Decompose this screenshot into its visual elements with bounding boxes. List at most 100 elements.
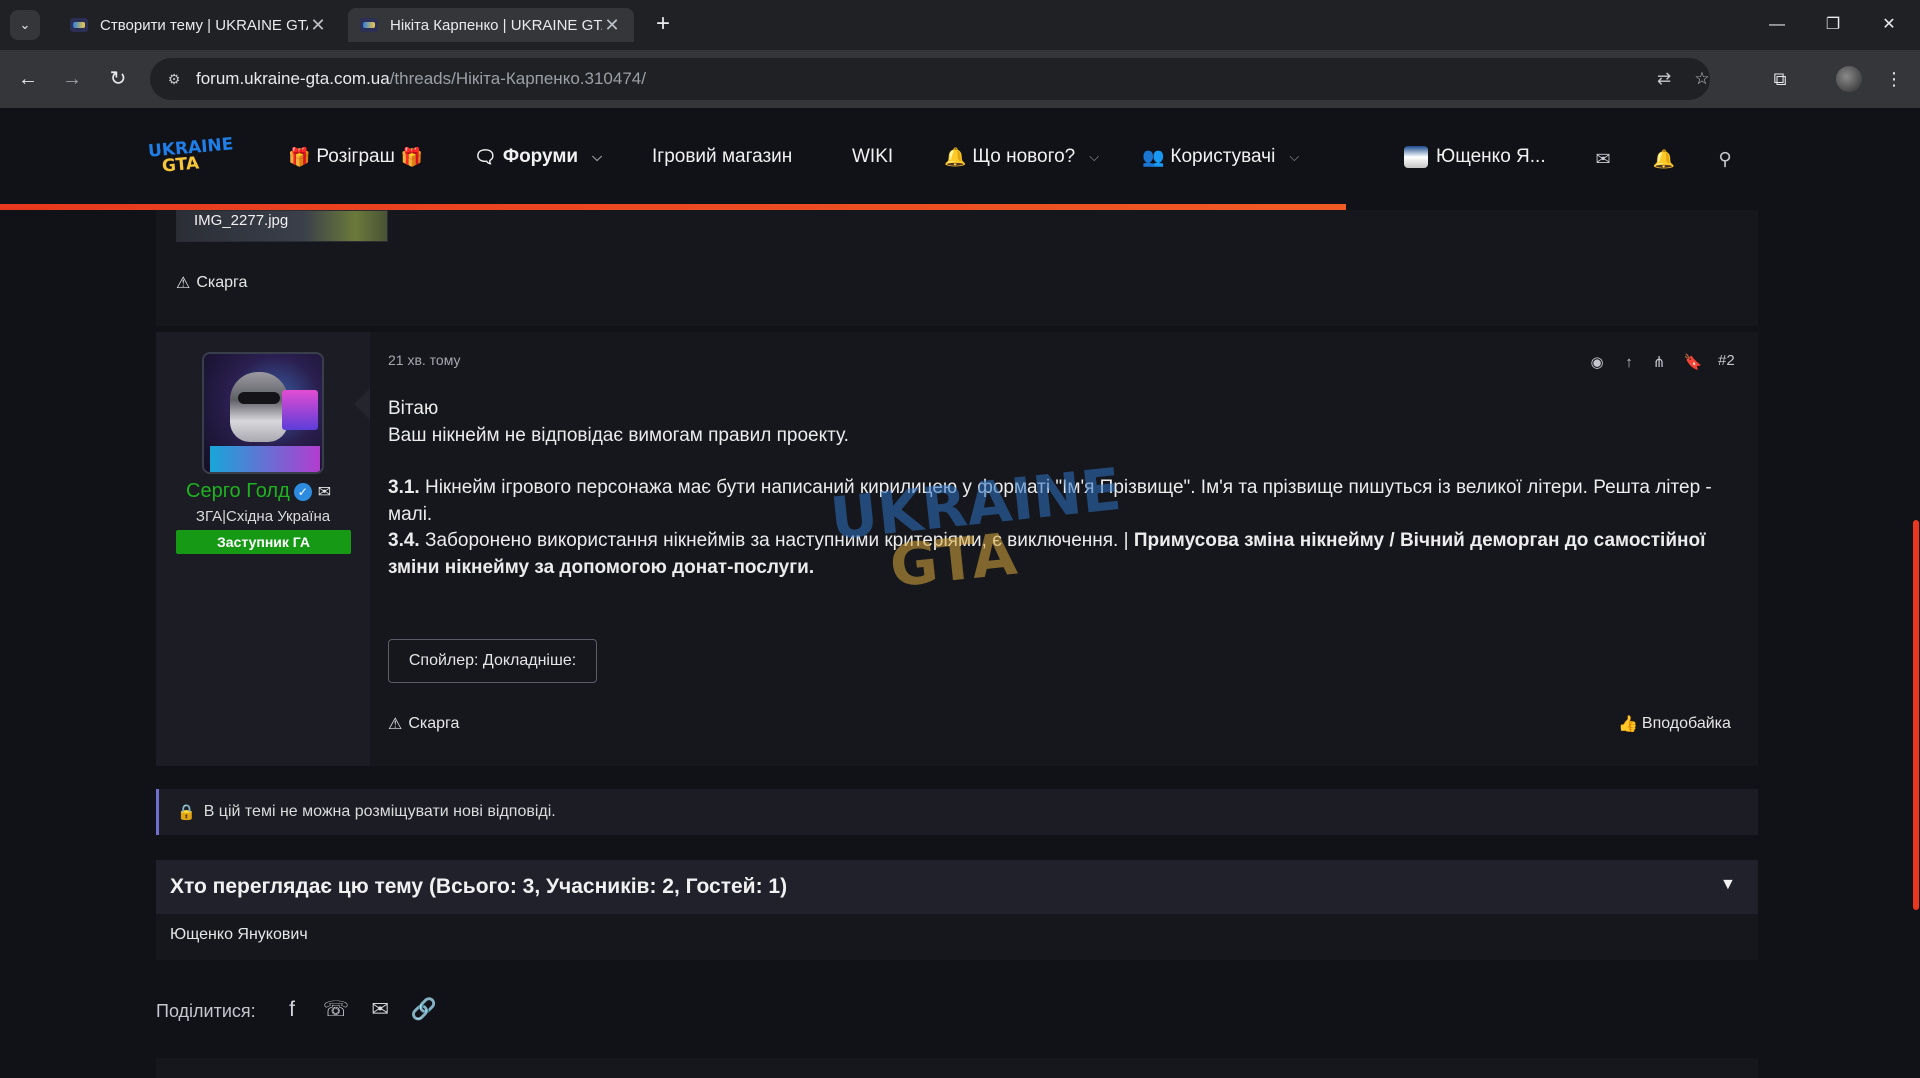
thread-locked-notice: 🔒 В цій темі не можна розміщувати нові ві… — [156, 789, 1758, 835]
attachment-filename[interactable]: IMG_2277.jpg — [194, 212, 288, 229]
inbox-icon[interactable]: ✉ — [1590, 146, 1616, 172]
previous-post-card — [156, 210, 1758, 326]
bookmark-icon[interactable]: 🔖 — [1682, 352, 1704, 374]
nav-label: Ігровий магазин — [652, 146, 793, 167]
link-icon[interactable]: 🔗 — [410, 996, 438, 1024]
chevron-down-icon[interactable]: ⌵ — [1289, 149, 1299, 165]
reload-icon[interactable]: ↻ — [104, 65, 132, 93]
viewers-list: Ющенко Янукович — [156, 914, 1758, 960]
report-label: Скарга — [196, 274, 248, 291]
author-name[interactable]: Серго Голд ✓ ✉ — [186, 480, 331, 503]
nav-label: Що нового? — [972, 146, 1076, 167]
site-logo[interactable]: UKRAINE GTA — [147, 134, 234, 178]
url-input[interactable]: ⚙ forum.ukraine-gta.com.ua/threads/Нікіт… — [150, 58, 1710, 100]
url-host: forum.ukraine-gta.com.ua — [196, 69, 390, 88]
nav-giveaway[interactable]: 🎁 Розіграш 🎁 — [282, 146, 429, 168]
extensions-icon[interactable]: ⧉ — [1766, 65, 1794, 93]
chevron-down-icon[interactable]: ⌵ — [1089, 149, 1099, 165]
spoiler-button[interactable]: Спойлер: Докладніше: — [388, 639, 597, 683]
account-name: Ющенко Я... — [1436, 146, 1546, 167]
post-arrow-decoration — [354, 388, 370, 420]
nav-label: Розіграш — [316, 146, 395, 167]
post-timestamp[interactable]: 21 хв. тому — [388, 352, 461, 368]
url-path: /threads/Нікіта-Карпенко.310474/ — [389, 69, 646, 88]
avatar-screen — [282, 390, 318, 430]
post-greeting: Вітаю — [388, 398, 439, 419]
author-banner: Заступник ГА — [176, 530, 351, 554]
avatar-figure-mask — [238, 392, 280, 404]
site-favicon-icon — [70, 18, 88, 32]
message-icon[interactable]: ✉ — [318, 482, 331, 502]
report-label: Скарга — [408, 715, 460, 732]
translate-icon[interactable]: ⇄ — [1652, 67, 1676, 91]
like-label: Вподобайка — [1641, 715, 1731, 732]
tab-search-dropdown[interactable]: ⌄ — [10, 10, 40, 40]
avatar — [1404, 146, 1428, 168]
facebook-icon[interactable]: f — [278, 996, 306, 1024]
gift-icon: 🎁 — [400, 146, 424, 167]
logo-text-bottom: GTA — [161, 153, 200, 177]
rule-number: 3.1. — [388, 477, 420, 498]
post-number-link[interactable]: #2 — [1718, 352, 1735, 369]
rule-text: Заборонено використання нікнеймів за нас… — [419, 530, 1134, 551]
nav-users[interactable]: 👥 Користувачі ⌵ — [1142, 146, 1299, 168]
avatar[interactable] — [202, 352, 324, 474]
avatar-desk — [210, 446, 320, 472]
profile-avatar[interactable] — [1836, 66, 1862, 92]
post-text-line: Ваш нікнейм не відповідає вимогам правил… — [388, 424, 849, 446]
collapse-caret-icon[interactable]: ▼ — [1720, 876, 1736, 894]
nav-whats-new[interactable]: 🔔 Що нового? ⌵ — [944, 146, 1099, 168]
warning-icon: ⚠ — [176, 275, 191, 292]
reaction-icon[interactable]: ◉ — [1586, 352, 1608, 374]
viewer-name-link[interactable]: Ющенко Янукович — [170, 926, 308, 943]
viewers-title: Хто переглядає цю тему (Всього: 3, Учасн… — [170, 875, 788, 898]
rule-number: 3.4. — [388, 530, 420, 551]
tab-close-icon[interactable]: ✕ — [602, 15, 622, 36]
restore-icon[interactable]: ❐ — [1818, 12, 1848, 38]
back-arrow-icon[interactable]: ← — [14, 65, 42, 93]
chat-icon: 🗨 — [474, 146, 497, 167]
tab-current-thread[interactable]: Нікіта Карпенко | UKRAINE GTA ✕ — [348, 8, 634, 42]
post-body: Вітаю Ваш нікнейм не відповідає вимогам … — [388, 396, 1728, 581]
tab-close-icon[interactable]: ✕ — [308, 15, 328, 36]
forward-arrow-icon[interactable]: → — [58, 65, 86, 93]
new-tab-button[interactable]: + — [650, 12, 676, 38]
close-window-icon[interactable]: ✕ — [1874, 12, 1904, 38]
tab-title: Створити тему | UKRAINE GTA — [100, 16, 308, 34]
avatar-figure — [230, 372, 288, 442]
nav-forums[interactable]: 🗨 Форуми ⌵ — [474, 146, 602, 168]
email-share-icon[interactable]: ✉ — [366, 996, 394, 1024]
warning-icon: ⚠ — [388, 716, 403, 733]
nav-wiki[interactable]: WIKI — [852, 146, 893, 168]
rule-text: Нікнейм ігрового персонажа має бути напи… — [388, 477, 1712, 525]
locked-notice-text: В цій темі не можна розміщувати нові від… — [203, 803, 556, 820]
thumbs-up-icon: 👍 — [1618, 716, 1638, 733]
account-menu[interactable]: Ющенко Я... — [1404, 146, 1546, 168]
nav-label: Користувачі — [1170, 146, 1276, 167]
report-link[interactable]: ⚠ Скарга — [388, 714, 459, 734]
share-icon[interactable]: ⋔ — [1648, 352, 1670, 374]
verified-badge-icon: ✓ — [293, 482, 312, 501]
site-info-icon[interactable]: ⚙ — [164, 69, 184, 89]
search-icon[interactable]: ⚲ — [1712, 146, 1738, 172]
forum-page: UKRAINE GTA 🎁 Розіграш 🎁 🗨 Форуми ⌵ Ігровий … — [0, 108, 1920, 1078]
post-rule-2: 3.4. Заборонено використання нікнеймів з… — [388, 528, 1728, 581]
bookmark-star-icon[interactable]: ☆ — [1690, 67, 1714, 91]
users-icon: 👥 — [1142, 146, 1165, 167]
scrollbar-thumb[interactable] — [1913, 520, 1919, 910]
browser-tab-strip: ⌄ Створити тему | UKRAINE GTA ✕ Нікіта К… — [0, 0, 1920, 50]
like-button[interactable]: 👍 Вподобайка — [1618, 714, 1731, 734]
viewers-header[interactable]: Хто переглядає цю тему (Всього: 3, Учасн… — [156, 860, 1758, 914]
minimize-icon[interactable]: — — [1762, 12, 1792, 38]
report-link[interactable]: ⚠ Скарга — [176, 273, 247, 293]
nav-shop[interactable]: Ігровий магазин — [652, 146, 792, 168]
share-label: Поділитися: — [156, 1001, 256, 1021]
alerts-bell-icon[interactable]: 🔔 — [1651, 146, 1677, 172]
chevron-down-icon[interactable]: ⌵ — [592, 149, 602, 165]
arrow-up-icon[interactable]: ↑ — [1618, 352, 1640, 374]
browser-menu-icon[interactable]: ⋮ — [1880, 65, 1908, 93]
tab-create-topic[interactable]: Створити тему | UKRAINE GTA ✕ — [58, 8, 340, 42]
nav-label: WIKI — [852, 146, 894, 167]
post-spacer — [388, 449, 1728, 475]
whatsapp-icon[interactable]: ☏ — [322, 996, 350, 1024]
